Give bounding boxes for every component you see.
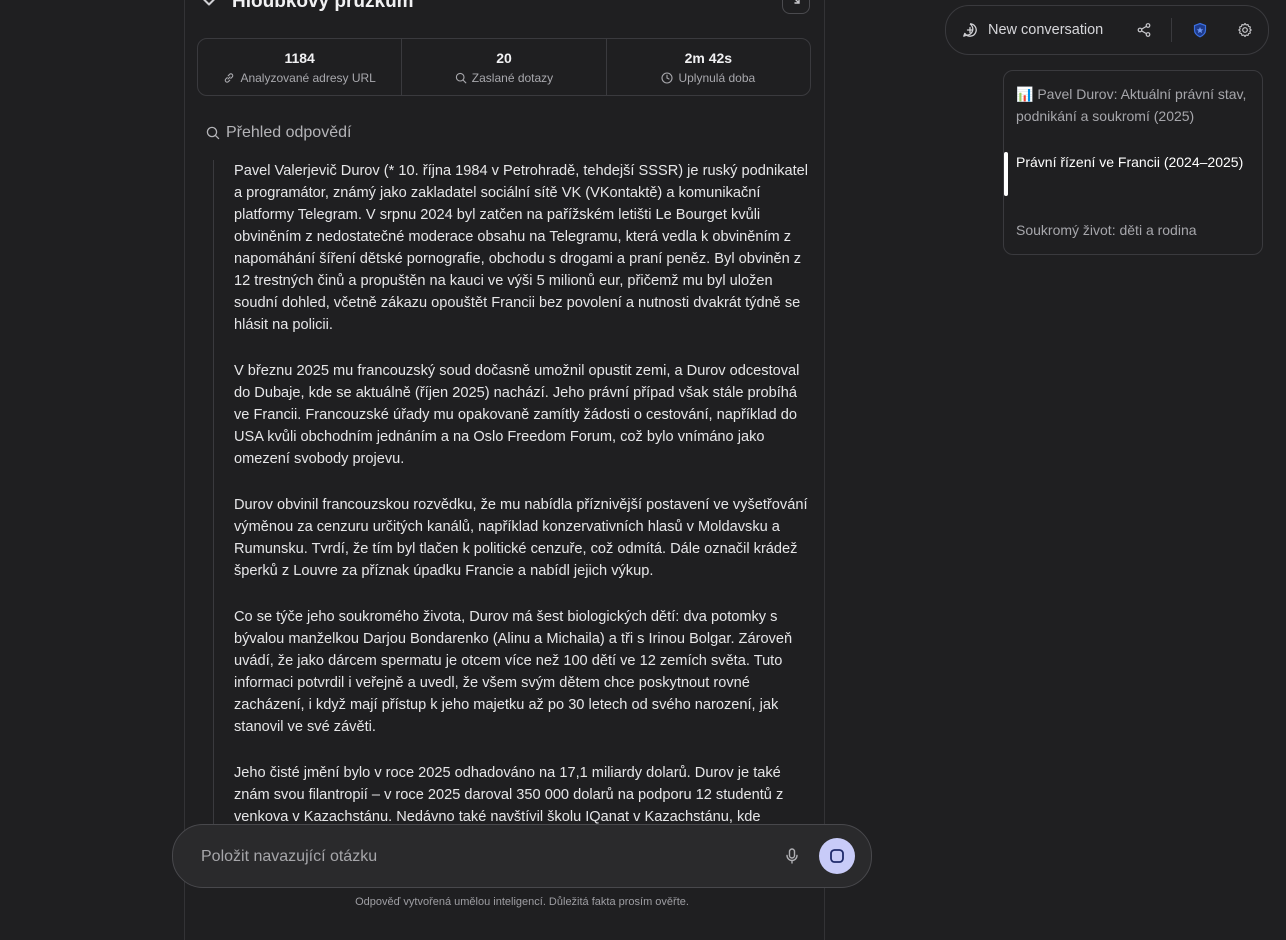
stop-icon [830, 849, 844, 863]
table-of-contents: 📊 Pavel Durov: Aktuální právní stav, pod… [1003, 70, 1263, 255]
gear-icon[interactable] [1236, 21, 1254, 39]
chat-plus-icon [963, 23, 977, 37]
search-icon [455, 72, 467, 83]
stat-label: Zaslané dotazy [471, 70, 554, 85]
chevron-down-icon[interactable] [200, 0, 218, 11]
stat-time: 2m 42s Uplynulá doba [607, 39, 810, 95]
toc-item-private-life[interactable]: Soukromý život: děti a rodina [1016, 219, 1250, 241]
followup-input[interactable] [199, 845, 763, 869]
research-title: Hloubkový průzkum [232, 0, 414, 12]
collapse-button[interactable] [782, 0, 810, 14]
answer-paragraph: Pavel Valerjevič Durov (* 10. října 1984… [234, 163, 809, 333]
stat-value: 1184 [284, 49, 315, 66]
answer-paragraph: Jeho čisté jmění bylo v roce 2025 odhado… [234, 765, 784, 825]
clock-icon [661, 71, 674, 84]
research-header: Hloubkový průzkum [200, 0, 810, 14]
microphone-icon[interactable] [782, 846, 802, 866]
stat-label: Uplynulá doba [678, 70, 756, 85]
answer-paragraph: V březnu 2025 mu francouzský soud dočasn… [234, 363, 800, 467]
toolbar-divider [1171, 18, 1172, 42]
stop-button[interactable] [819, 838, 855, 874]
link-icon [225, 72, 234, 83]
search-icon [206, 126, 220, 140]
collapse-icon [794, 0, 800, 4]
toc-item-overview[interactable]: 📊 Pavel Durov: Aktuální právní stav, pod… [1016, 83, 1250, 127]
toc-item-legal[interactable]: Právní řízení ve Francii (2024–2025) [1016, 151, 1250, 173]
toc-active-indicator [1004, 152, 1008, 196]
answer-content: Pavel Valerjevič Durov (* 10. října 1984… [213, 160, 814, 840]
top-toolbar: New conversation [945, 5, 1269, 55]
new-conversation-button[interactable]: New conversation [962, 22, 1103, 38]
overview-label: Přehled odpovědí [226, 124, 352, 141]
stat-queries: 20 Zaslané dotazy [402, 39, 607, 95]
new-conversation-label: New conversation [988, 22, 1104, 38]
stat-urls: 1184 Analyzované adresy URL [198, 39, 403, 95]
stats-bar: 1184 Analyzované adresy URL 20 Zaslané d… [197, 38, 811, 96]
answer-overview-heading[interactable]: Přehled odpovědí [206, 124, 351, 142]
share-icon[interactable] [1135, 21, 1153, 39]
stat-value: 20 [496, 49, 512, 66]
answer-paragraph: Durov obvinil francouzskou rozvědku, že … [234, 497, 808, 579]
disclaimer: Odpověď vytvořená umělou inteligencí. Dů… [355, 896, 689, 908]
followup-input-bar [172, 824, 872, 888]
stat-label: Analyzované adresy URL [240, 70, 376, 85]
shield-icon[interactable] [1191, 21, 1209, 39]
stat-value: 2m 42s [684, 49, 733, 66]
answer-paragraph: Co se týče jeho soukromého života, Durov… [234, 609, 793, 735]
